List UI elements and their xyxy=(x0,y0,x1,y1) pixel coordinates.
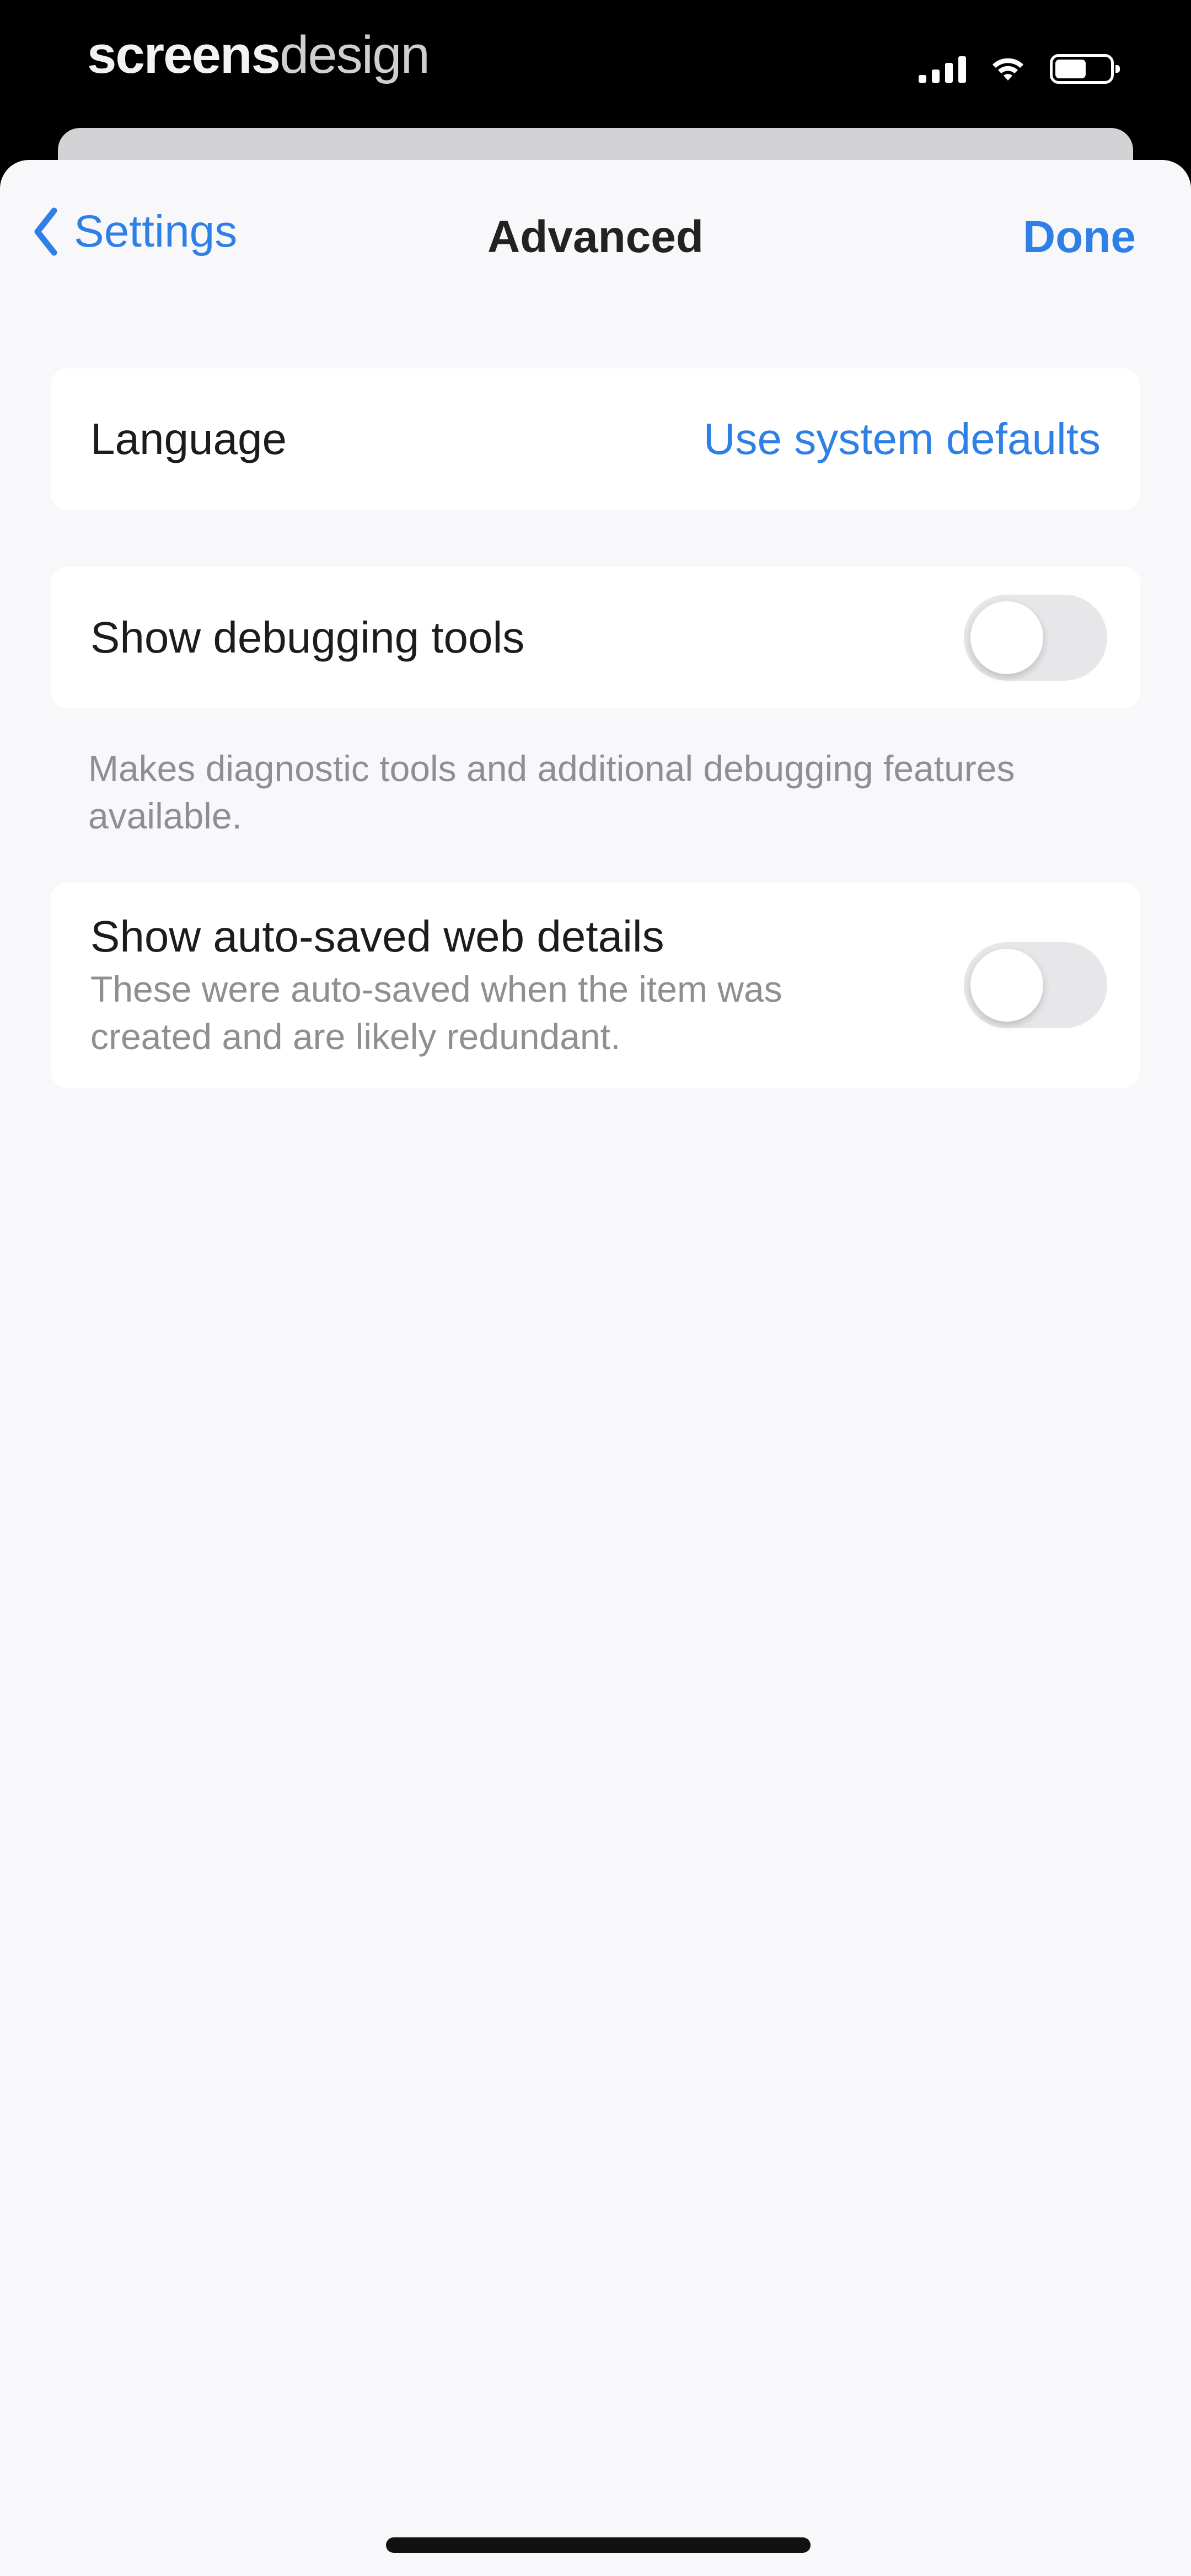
watermark-light: design xyxy=(279,25,430,84)
debugging-tools-label: Show debugging tools xyxy=(90,613,525,662)
language-label: Language xyxy=(90,414,287,463)
debugging-tools-row: Show debugging tools xyxy=(51,567,1140,708)
navigation-bar: Settings Advanced Done xyxy=(0,160,1191,314)
toggle-knob xyxy=(970,949,1043,1022)
watermark-bold: screens xyxy=(87,25,281,84)
cellular-signal-icon xyxy=(919,55,966,83)
status-bar: screensdesign xyxy=(0,0,1191,127)
battery-icon xyxy=(1050,54,1120,84)
watermark-logo: screensdesign xyxy=(87,22,430,88)
page-title: Advanced xyxy=(487,212,704,262)
wifi-icon xyxy=(993,58,1023,81)
settings-sheet: Settings Advanced Done Language Use syst… xyxy=(0,160,1191,2576)
debugging-tools-toggle[interactable] xyxy=(964,595,1107,681)
debugging-tools-footnote: Makes diagnostic tools and additional de… xyxy=(88,748,1015,836)
battery-fill xyxy=(1055,60,1086,78)
autosave-details-label: Show auto-saved web details xyxy=(90,912,664,961)
home-indicator xyxy=(386,2537,811,2553)
toggle-knob xyxy=(970,601,1043,674)
screen: screensdesign Settings Advanced Done Lan… xyxy=(0,0,1191,2576)
autosave-details-toggle[interactable] xyxy=(964,942,1107,1028)
autosave-details-row: Show auto-saved web details These were a… xyxy=(51,883,1140,1088)
autosave-details-subtitle: These were auto-saved when the item was … xyxy=(90,969,782,1057)
battery-cap xyxy=(1115,65,1120,73)
status-icons xyxy=(919,50,1120,88)
language-value[interactable]: Use system defaults xyxy=(704,413,1101,466)
done-button[interactable]: Done xyxy=(1023,210,1136,265)
language-row[interactable]: Language Use system defaults xyxy=(51,368,1140,510)
